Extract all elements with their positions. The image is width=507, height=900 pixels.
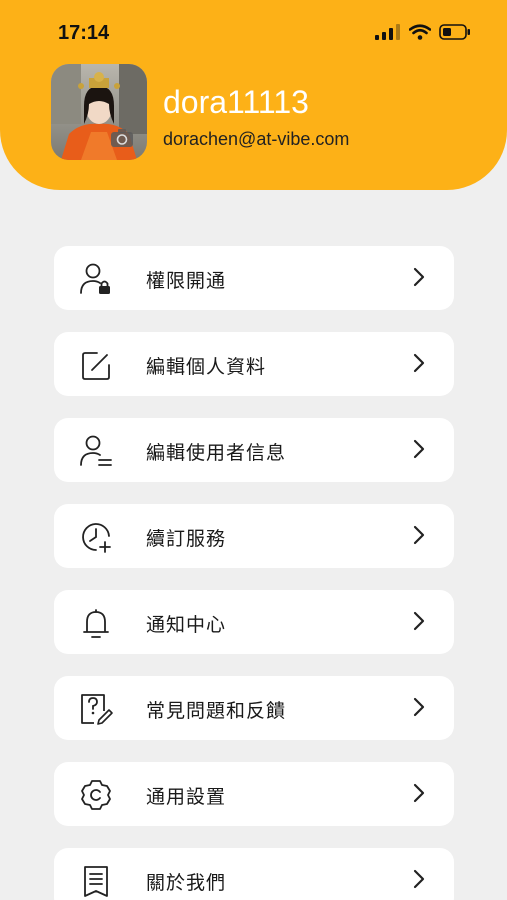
menu-item-edit-user-info[interactable]: 編輯使用者信息 <box>54 418 454 482</box>
menu-item-label: 關於我們 <box>146 872 227 894</box>
chevron-right-icon <box>413 869 425 889</box>
status-time: 17:14 <box>58 22 110 44</box>
profile-header: 17:14 dora11113 dorachen@at-vibe.com <box>0 0 507 190</box>
cellular-signal-icon <box>375 24 400 40</box>
document-icon <box>84 866 108 897</box>
chevron-right-icon <box>413 783 425 803</box>
user-lines-icon <box>80 435 112 466</box>
menu-item-notification-center[interactable]: 通知中心 <box>54 590 454 654</box>
camera-icon[interactable] <box>110 128 134 148</box>
chevron-right-icon <box>413 525 425 545</box>
status-icons <box>375 24 471 40</box>
menu-item-label: 編輯使用者信息 <box>146 442 287 464</box>
chevron-right-icon <box>413 439 425 459</box>
menu-item-label: 通用設置 <box>146 786 227 808</box>
question-edit-icon <box>81 694 113 725</box>
chevron-right-icon <box>413 267 425 287</box>
menu-item-permissions[interactable]: 權限開通 <box>54 246 454 310</box>
menu-item-label: 常見問題和反饋 <box>146 700 287 722</box>
edit-icon <box>82 352 110 380</box>
menu-item-label: 續訂服務 <box>146 528 227 550</box>
menu-item-general-settings[interactable]: 通用設置 <box>54 762 454 826</box>
bell-icon <box>83 609 109 638</box>
user-email: dorachen@at-vibe.com <box>163 129 350 149</box>
menu-item-renew-service[interactable]: 續訂服務 <box>54 504 454 568</box>
menu-item-label: 通知中心 <box>146 614 227 636</box>
menu-item-label: 權限開通 <box>146 270 227 292</box>
menu-item-edit-profile[interactable]: 編輯個人資料 <box>54 332 454 396</box>
chevron-right-icon <box>413 697 425 717</box>
chevron-right-icon <box>413 353 425 373</box>
menu-item-label: 編輯個人資料 <box>146 356 267 378</box>
username: dora11113 <box>163 84 309 120</box>
menu-item-faq-feedback[interactable]: 常見問題和反饋 <box>54 676 454 740</box>
gear-icon <box>81 780 111 810</box>
wifi-icon <box>409 24 431 40</box>
chevron-right-icon <box>413 611 425 631</box>
clock-plus-icon <box>82 523 111 553</box>
user-lock-icon <box>80 263 110 294</box>
battery-icon <box>439 24 470 40</box>
menu-item-about-us[interactable]: 關於我們 <box>54 848 454 900</box>
